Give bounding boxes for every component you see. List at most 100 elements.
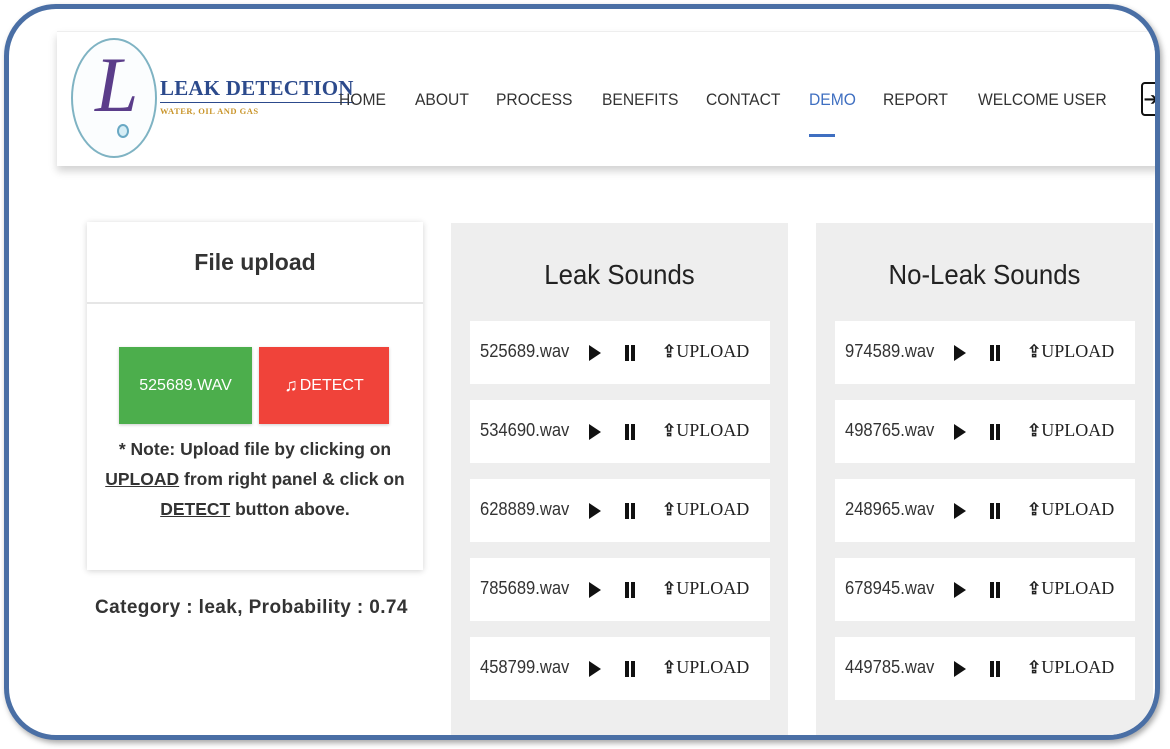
play-icon[interactable] [589, 582, 601, 598]
upload-label: UPLOAD [1041, 578, 1115, 598]
file-name: 248965.wav [845, 499, 935, 519]
logo-letter: L [95, 41, 139, 128]
nav-active-indicator [809, 134, 835, 137]
upload-icon: ⇪ [662, 342, 677, 361]
file-name: 628889.wav [480, 499, 570, 519]
pause-icon[interactable] [625, 424, 635, 440]
play-icon[interactable] [954, 661, 966, 677]
upload-button[interactable]: ⇪UPLOAD [1027, 341, 1114, 362]
note-detect-link: DETECT [160, 499, 231, 519]
upload-label: UPLOAD [1041, 420, 1115, 440]
list-item: 498765.wav ⇪UPLOAD [835, 400, 1135, 463]
play-icon[interactable] [954, 424, 966, 440]
pause-icon[interactable] [625, 661, 635, 677]
upload-button[interactable]: ⇪UPLOAD [662, 657, 749, 678]
nav-report[interactable]: REPORT [883, 90, 948, 110]
list-item: 525689.wav ⇪UPLOAD [470, 321, 770, 384]
pause-icon[interactable] [625, 345, 635, 361]
list-item: 785689.wav ⇪UPLOAD [470, 558, 770, 621]
pause-icon[interactable] [990, 424, 1000, 440]
no-leak-sounds-panel: No-Leak Sounds 974589.wav ⇪UPLOAD 498765… [816, 223, 1153, 735]
screenshot-frame: L LEAK DETECTION WATER, OIL AND GAS HOME… [4, 4, 1160, 740]
upload-button[interactable]: ⇪UPLOAD [1027, 657, 1114, 678]
file-name: 498765.wav [845, 420, 935, 440]
upload-button[interactable]: ⇪UPLOAD [1027, 420, 1114, 441]
detection-result: Category : leak, Probability : 0.74 [95, 597, 408, 618]
upload-label: UPLOAD [1041, 341, 1115, 361]
detect-button-label: DETECT [299, 376, 364, 394]
list-item: 628889.wav ⇪UPLOAD [470, 479, 770, 542]
pause-icon[interactable] [990, 345, 1000, 361]
upload-button[interactable]: ⇪UPLOAD [662, 341, 749, 362]
note-text-end: button above. [230, 499, 350, 519]
note-text-mid: from right panel & click on [179, 469, 405, 489]
upload-label: UPLOAD [1041, 499, 1115, 519]
note-text: * Note: Upload file by clicking on [118, 439, 392, 459]
nav-home[interactable]: HOME [339, 90, 386, 110]
play-icon[interactable] [954, 345, 966, 361]
brand-title: LEAK DETECTION [160, 76, 354, 103]
list-item: 974589.wav ⇪UPLOAD [835, 321, 1135, 384]
list-item: 449785.wav ⇪UPLOAD [835, 637, 1135, 700]
play-icon[interactable] [589, 345, 601, 361]
brand-name[interactable]: LEAK DETECTION WATER, OIL AND GAS [160, 76, 354, 116]
file-name: 534690.wav [480, 420, 570, 440]
nav-about[interactable]: ABOUT [415, 90, 469, 110]
play-icon[interactable] [954, 582, 966, 598]
file-name: 449785.wav [845, 657, 935, 677]
nav-demo[interactable]: DEMO [809, 90, 856, 110]
note-upload-link: UPLOAD [105, 469, 180, 489]
pause-icon[interactable] [990, 503, 1000, 519]
play-icon[interactable] [589, 661, 601, 677]
play-icon[interactable] [589, 424, 601, 440]
upload-button[interactable]: ⇪UPLOAD [662, 499, 749, 520]
pause-icon[interactable] [990, 661, 1000, 677]
pause-icon[interactable] [625, 582, 635, 598]
logout-icon[interactable]: ➔ [1141, 82, 1155, 116]
file-name: 785689.wav [480, 578, 570, 598]
upload-button[interactable]: ⇪UPLOAD [662, 420, 749, 441]
nav-process[interactable]: PROCESS [496, 90, 572, 110]
selected-file-button[interactable]: 525689.WAV [119, 347, 252, 424]
upload-note: * Note: Upload file by clicking on UPLOA… [87, 434, 423, 524]
upload-icon: ⇪ [1027, 421, 1042, 440]
nav-welcome-user[interactable]: WELCOME USER [978, 90, 1107, 110]
leak-sounds-panel: Leak Sounds 525689.wav ⇪UPLOAD 534690.wa… [451, 223, 788, 735]
upload-icon: ⇪ [1027, 500, 1042, 519]
file-upload-title: File upload [87, 222, 423, 304]
upload-label: UPLOAD [676, 657, 750, 677]
nav-benefits[interactable]: BENEFITS [602, 90, 678, 110]
pause-icon[interactable] [990, 582, 1000, 598]
play-icon[interactable] [589, 503, 601, 519]
upload-button[interactable]: ⇪UPLOAD [1027, 578, 1114, 599]
file-name: 678945.wav [845, 578, 935, 598]
upload-icon: ⇪ [662, 421, 677, 440]
file-upload-card: File upload 525689.WAV ♫ DETECT * Note: … [87, 222, 423, 570]
top-navbar: L LEAK DETECTION WATER, OIL AND GAS HOME… [57, 31, 1155, 166]
detect-button[interactable]: ♫ DETECT [259, 347, 389, 424]
upload-button[interactable]: ⇪UPLOAD [1027, 499, 1114, 520]
leak-sounds-title: Leak Sounds [544, 259, 695, 290]
brand-logo[interactable]: L [71, 38, 157, 158]
list-item: 534690.wav ⇪UPLOAD [470, 400, 770, 463]
upload-label: UPLOAD [676, 499, 750, 519]
list-item: 458799.wav ⇪UPLOAD [470, 637, 770, 700]
no-leak-sounds-title: No-Leak Sounds [888, 259, 1081, 290]
upload-label: UPLOAD [676, 420, 750, 440]
upload-label: UPLOAD [1041, 657, 1115, 677]
upload-icon: ⇪ [1027, 579, 1042, 598]
droplet-icon [117, 124, 129, 138]
upload-label: UPLOAD [676, 578, 750, 598]
file-name: 458799.wav [480, 657, 570, 677]
file-name: 525689.wav [480, 341, 570, 361]
pause-icon[interactable] [625, 503, 635, 519]
file-name: 974589.wav [845, 341, 935, 361]
upload-icon: ⇪ [1027, 658, 1042, 677]
play-icon[interactable] [954, 503, 966, 519]
upload-icon: ⇪ [1027, 342, 1042, 361]
upload-label: UPLOAD [676, 341, 750, 361]
list-item: 678945.wav ⇪UPLOAD [835, 558, 1135, 621]
nav-contact[interactable]: CONTACT [706, 90, 780, 110]
brand-subtitle: WATER, OIL AND GAS [160, 106, 259, 116]
upload-button[interactable]: ⇪UPLOAD [662, 578, 749, 599]
